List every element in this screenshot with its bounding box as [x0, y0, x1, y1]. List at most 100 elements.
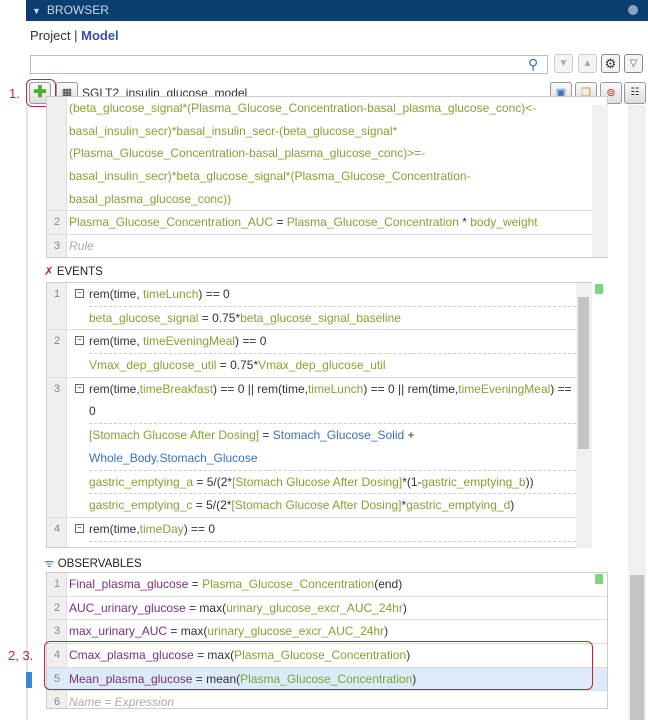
events-scrollbar-thumb[interactable]	[578, 297, 589, 449]
code-line[interactable]: [Stomach Glucose After Dosing] = Stomach…	[89, 424, 591, 447]
previous-button[interactable]: ▲	[578, 54, 597, 73]
code-line[interactable]: rem(time,timeDay) == 0	[47, 518, 591, 541]
code-token: =	[198, 546, 212, 547]
table-row[interactable]: (beta_glucose_signal*(Plasma_Glucose_Con…	[47, 97, 607, 212]
code-token: timeDay	[139, 521, 184, 536]
code-token: rem(time,	[89, 334, 143, 349]
table-row[interactable]: 2 Plasma_Glucose_Concentration_AUC = Plas…	[47, 211, 607, 236]
collapse-toggle-icon[interactable]: −	[75, 336, 84, 346]
table-row[interactable]: 3− rem(time,timeBreakfast) == 0 || rem(ti…	[47, 378, 591, 518]
code-line[interactable]: max_urinary_AUC = max(urinary_glucose_ex…	[47, 620, 607, 643]
collapse-toggle-icon[interactable]: −	[75, 289, 84, 298]
code-line[interactable]: 0	[47, 400, 591, 423]
code-token: timeBreakfast	[139, 381, 214, 396]
collapse-toggle-icon[interactable]: −	[75, 523, 84, 533]
code-token: Plasma_Glucose_Concentration	[286, 215, 459, 230]
next-button[interactable]: ▼	[554, 54, 573, 73]
collapse-icon[interactable]: ▼	[32, 6, 41, 16]
table-row[interactable]: 3 Rule	[47, 235, 607, 257]
code-token: Whole_Body.Stomach_Glucose	[89, 450, 258, 465]
rules-scrollbar[interactable]	[592, 105, 608, 257]
code-token: 0	[89, 404, 96, 419]
event-assignment: [Stomach Glucose After Dosing] = Stomach…	[89, 423, 591, 469]
code-token: ) == 0 || rem(time,	[363, 381, 459, 396]
code-token: =	[188, 577, 203, 591]
line-number: 2	[53, 601, 61, 614]
page-scrollbar[interactable]	[628, 105, 646, 720]
collapse-toggle-icon[interactable]: −	[75, 383, 84, 393]
tab-separator: |	[74, 28, 78, 43]
pin-icon[interactable]	[628, 5, 638, 15]
code-line[interactable]: Plasma_Glucose_Concentration_AUC = Plasm…	[47, 211, 607, 234]
events-icon: ✗	[44, 266, 54, 278]
code-token: )	[384, 624, 389, 639]
code-token: (beta_glucose_signal*(Plasma_Glucose_Con…	[69, 101, 537, 115]
code-token: max_urinary_AUC	[69, 624, 168, 639]
code-token: rem(time,	[89, 381, 140, 396]
line-number: 1	[53, 288, 61, 300]
event-assignment: Vmax_dep_glucose_util = 0.75*Vmax_dep_gl…	[89, 353, 591, 377]
code-token: [Stomach Glucose After Dosing]	[232, 474, 403, 489]
line-number: 2	[53, 335, 61, 348]
table-row[interactable]: 2 AUC_urinary_glucose = max(urinary_gluco…	[47, 597, 607, 621]
observables-header: ᯤ OBSERVABLES	[44, 556, 142, 571]
code-token: [Stomach Glucose After Dosing]	[89, 428, 260, 443]
events-header: ✗ EVENTS	[44, 264, 103, 278]
code-line[interactable]: rem(time, timeLunch) == 0	[47, 283, 591, 306]
selection-marker	[26, 672, 32, 688]
code-token: basal_insulin_secr)*beta_glucose_signal*…	[69, 169, 471, 184]
code-line[interactable]: Name = Expression	[47, 691, 607, 708]
table-row[interactable]: 4−rem(time,timeDay) == 0beta_glucose_sig…	[47, 518, 591, 547]
code-token: timeLunch	[307, 381, 364, 396]
code-token: basal_plasma_glucose_conc))	[69, 191, 232, 206]
code-line[interactable]: beta_glucose_signal = beta_glucose_signa…	[89, 542, 591, 547]
equations-icon[interactable]: ☷	[624, 82, 646, 104]
table-row[interactable]: 2− rem(time, timeEveningMeal) == 0 Vmax_de…	[47, 330, 591, 378]
tab-model[interactable]: Model	[81, 28, 119, 43]
code-token: rem(time,	[89, 521, 140, 536]
code-line[interactable]: Final_plasma_glucose = Plasma_Glucose_Co…	[47, 573, 607, 596]
search-input[interactable]	[30, 55, 548, 74]
settings-gear-icon[interactable]: ⚙	[601, 54, 620, 73]
code-token: *(1-	[402, 474, 422, 489]
observables-status-indicator	[595, 574, 603, 584]
code-token: ))	[525, 474, 534, 489]
code-line[interactable]: gastric_emptying_a = 5/(2*[Stomach Gluco…	[89, 471, 591, 494]
code-token: Vmax_dep_glucose_util	[258, 358, 386, 373]
code-line[interactable]: (Plasma_Glucose_Concentration-basal_plas…	[47, 142, 607, 165]
code-line[interactable]: basal_insulin_secr)*basal_insulin_secr-(…	[47, 120, 607, 143]
code-line[interactable]: Rule	[47, 235, 607, 257]
code-line[interactable]: (beta_glucose_signal*(Plasma_Glucose_Con…	[47, 97, 607, 120]
observables-icon: ᯤ	[44, 558, 55, 570]
browser-header: ▼ BROWSER	[26, 0, 648, 21]
code-line[interactable]: Whole_Body.Stomach_Glucose	[89, 447, 591, 470]
page-scrollbar-thumb[interactable]	[630, 575, 644, 720]
search-icon[interactable]: ⚲	[528, 56, 538, 73]
code-line[interactable]: AUC_urinary_glucose = max(urinary_glucos…	[47, 597, 607, 620]
code-token: beta_glucose_signal	[89, 310, 199, 325]
table-row[interactable]: 1− rem(time, timeLunch) == 0 beta_glucose_…	[47, 283, 591, 331]
code-line[interactable]: rem(time, timeEveningMeal) == 0	[47, 330, 591, 353]
browser-title: BROWSER	[46, 3, 109, 17]
code-token: Plasma_Glucose_Concentration	[202, 577, 375, 591]
code-token: *	[458, 215, 471, 230]
table-row[interactable]: 1 Final_plasma_glucose = Plasma_Glucose_C…	[47, 573, 607, 597]
tab-project[interactable]: Project	[30, 28, 70, 43]
code-line[interactable]: basal_insulin_secr)*beta_glucose_signal*…	[47, 165, 607, 188]
code-token: Rule	[69, 239, 94, 254]
event-assignment: gastric_emptying_c = 5/(2*[Stomach Gluco…	[89, 493, 591, 517]
code-line[interactable]: Vmax_dep_glucose_util = 0.75*Vmax_dep_gl…	[89, 354, 591, 377]
code-token: +	[404, 428, 415, 443]
table-row[interactable]: 6 Name = Expression	[47, 691, 607, 709]
events-status-indicator	[595, 284, 603, 294]
line-number: 6	[53, 696, 61, 709]
code-line[interactable]: beta_glucose_signal = 0.75*beta_glucose_…	[89, 307, 591, 330]
events-scrollbar[interactable]	[576, 283, 592, 548]
code-line[interactable]: gastric_emptying_c = 5/(2*[Stomach Gluco…	[89, 494, 591, 517]
code-token: rem(time,	[89, 287, 143, 301]
code-token: ) == 0	[235, 334, 267, 349]
filter-icon[interactable]: ▽	[624, 54, 643, 73]
code-line[interactable]: basal_plasma_glucose_conc))	[47, 188, 607, 211]
code-line[interactable]: rem(time,timeBreakfast ) == 0 || rem(time…	[47, 378, 591, 401]
events-table: 1− rem(time, timeLunch) == 0 beta_glucose_…	[46, 282, 592, 548]
